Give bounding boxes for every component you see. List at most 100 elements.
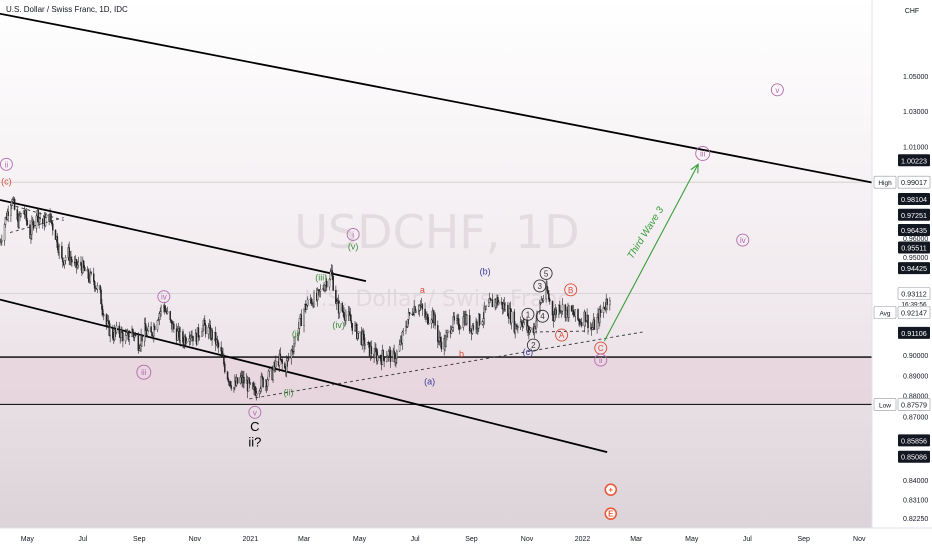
candle-body: [529, 329, 531, 333]
candle-body: [118, 325, 120, 334]
candle-body: [169, 311, 171, 320]
y-tick-label: 0.95000: [903, 255, 928, 262]
candle-body: [348, 311, 351, 315]
wave-annotation-label: (c): [1, 177, 12, 187]
candle-body: [204, 319, 206, 326]
candle-body: [26, 220, 29, 225]
x-tick-label: Mar: [298, 536, 311, 543]
candle-body: [229, 381, 232, 386]
wave-annotation: b: [459, 349, 464, 359]
y-tick-label: 0.82250: [903, 516, 928, 523]
wave-annotation-label: (iv): [332, 320, 345, 330]
candle-body: [517, 326, 519, 328]
candle-body: [83, 266, 86, 272]
wave-annotation: (c): [1, 177, 12, 187]
candle-body: [504, 304, 506, 310]
x-tick-label: Mar: [630, 536, 643, 543]
candle-body: [446, 332, 448, 337]
candle-body: [125, 332, 128, 336]
candle-body: [447, 330, 449, 333]
candle-body: [93, 281, 96, 289]
price-tag: Low: [879, 402, 891, 409]
candle-body: [332, 275, 334, 291]
candle-body: [453, 316, 455, 321]
wave-annotation-label: (ii): [284, 388, 294, 398]
price-label: 0.98104: [901, 195, 927, 204]
wave-annotation: (v): [348, 242, 359, 252]
candle-body: [577, 309, 579, 320]
candle-body: [498, 302, 500, 305]
candle-body: [249, 382, 252, 384]
candle-body: [363, 334, 365, 346]
candle-body: [64, 257, 67, 261]
y-tick-label: 1.01000: [903, 144, 928, 151]
candle-body: [32, 221, 35, 229]
candle-body: [565, 309, 567, 318]
candle-body: [77, 261, 80, 266]
candle-body: [70, 256, 72, 260]
candle-body: [553, 314, 556, 322]
wave-annotation-label: a: [420, 285, 425, 295]
chart-root[interactable]: USDCHF, 1D U.S. Dollar / Swiss Franc Third…: [0, 0, 932, 550]
candle-body: [71, 259, 73, 263]
candle-body: [387, 351, 390, 357]
candle-body: [80, 261, 82, 266]
support-band: [0, 357, 872, 406]
candle-body: [230, 385, 232, 389]
candle-body: [529, 327, 532, 331]
candle-body: [255, 393, 258, 396]
candle-body: [90, 271, 92, 274]
price-label: 0.85856: [901, 436, 927, 445]
candle-body: [570, 305, 573, 312]
wave-annotation-label: C: [598, 344, 604, 353]
candle-body: [202, 324, 204, 332]
candle-body: [96, 285, 99, 290]
candle-body: [547, 290, 549, 294]
candle-body: [551, 301, 554, 316]
candle-body: [468, 315, 471, 332]
candle-body: [401, 331, 404, 344]
candle-body: [445, 335, 447, 348]
wave-annotation: ii?: [248, 435, 261, 450]
candle-body: [345, 314, 347, 321]
price-label: 0.97251: [901, 211, 927, 220]
price-label: 0.95511: [901, 243, 926, 252]
candle-body: [30, 234, 32, 239]
wave-annotation-label: iii: [141, 368, 147, 377]
candle-body: [239, 377, 242, 384]
candle-body: [324, 284, 326, 291]
price-label: 0.85086: [901, 453, 927, 462]
y-tick-label: 1.05000: [903, 74, 928, 81]
candle-body: [316, 290, 319, 301]
candle-body: [284, 363, 286, 369]
wave-annotation-label: (iii): [315, 272, 327, 282]
candle-body: [61, 245, 63, 259]
candle-body: [260, 375, 262, 389]
candle-body: [153, 325, 156, 331]
wave-annotation-label: 2: [531, 341, 536, 350]
wave-annotation-label: iv: [740, 236, 746, 245]
candle-body: [335, 290, 337, 304]
candle-body: [151, 332, 153, 337]
candle-body: [201, 330, 203, 337]
wave-annotation-label: 5: [544, 269, 549, 278]
candle-body: [548, 293, 550, 300]
price-label: 0.92147: [901, 308, 927, 317]
candle-body: [520, 321, 523, 324]
candle-body: [596, 317, 598, 330]
candle-body: [50, 213, 52, 222]
x-tick-label: May: [685, 536, 699, 543]
wave-annotation-label: 3: [538, 282, 543, 291]
candle-body: [383, 356, 385, 362]
candle-body: [211, 329, 213, 340]
candle-body: [427, 323, 430, 325]
price-chart[interactable]: USDCHF, 1DU.S. Dollar / Swiss FrancThird…: [0, 0, 932, 550]
candle-body: [198, 336, 201, 338]
candle-body: [109, 327, 111, 336]
candle-body: [217, 342, 220, 348]
candle-body: [44, 217, 47, 227]
wave-annotation: a: [420, 285, 425, 295]
candle-body: [376, 354, 379, 362]
candle-body: [150, 326, 152, 333]
candle-body: [523, 319, 526, 323]
